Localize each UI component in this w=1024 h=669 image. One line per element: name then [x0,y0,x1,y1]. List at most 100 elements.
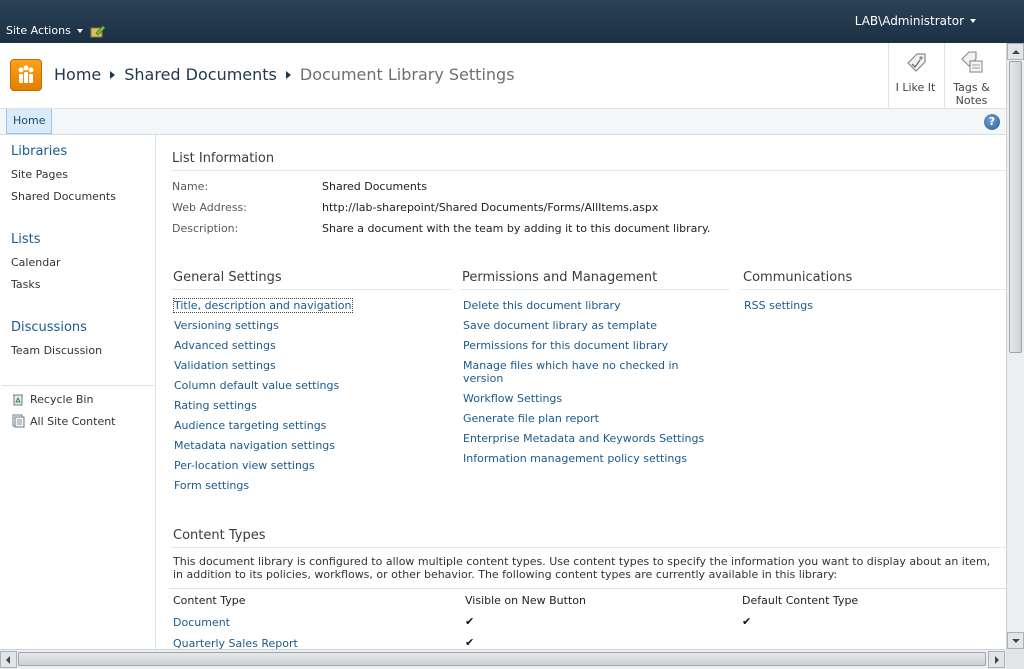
arrow-left-icon [6,656,10,664]
general-link-form[interactable]: Form settings [174,479,249,492]
general-link-per-location[interactable]: Per-location view settings [174,459,315,472]
permissions-heading: Permissions and Management [462,270,658,285]
scroll-right-button[interactable] [988,651,1005,668]
tags-notes-line2: Notes [955,94,988,107]
scroll-up-button[interactable] [1007,43,1024,60]
breadcrumb-home[interactable]: Home [54,65,101,84]
breadcrumb-arrow-icon [285,70,291,79]
perm-link-manage-files[interactable]: Manage files which have no checked in ve… [463,359,713,385]
perm-link-file-plan[interactable]: Generate file plan report [463,412,599,425]
general-link-column-default[interactable]: Column default value settings [174,379,339,392]
nav-item-calendar[interactable]: Calendar [11,256,60,269]
general-link-metadata-nav[interactable]: Metadata navigation settings [174,439,335,452]
top-navigation: Home ? [0,109,1006,135]
scroll-down-button[interactable] [1007,632,1024,649]
breadcrumb-library[interactable]: Shared Documents [124,65,277,84]
perm-link-enterprise-metadata[interactable]: Enterprise Metadata and Keywords Setting… [463,432,704,445]
nav-heading-discussions[interactable]: Discussions [11,320,87,335]
general-link-rating[interactable]: Rating settings [174,399,257,412]
name-label: Name: [172,180,209,193]
perm-link-permissions[interactable]: Permissions for this document library [463,339,668,352]
nav-heading-libraries[interactable]: Libraries [11,144,67,159]
all-site-content-label: All Site Content [30,414,116,428]
description-value: Share a document with the team by adding… [322,222,711,235]
site-actions-menu[interactable]: Site Actions [6,24,83,37]
col-visible-on-new: Visible on New Button [465,594,586,607]
people-icon [18,65,34,83]
vertical-scroll-thumb[interactable] [1009,61,1022,353]
site-actions-label: Site Actions [6,24,71,37]
nav-heading-lists[interactable]: Lists [11,232,41,247]
perm-link-workflow[interactable]: Workflow Settings [463,392,562,405]
ribbon-top-bar: Site Actions LAB\Administrator [0,0,1024,43]
general-link-audience[interactable]: Audience targeting settings [174,419,326,432]
nav-item-site-pages[interactable]: Site Pages [11,168,68,181]
general-link-title[interactable]: Title, description and navigation [173,298,353,313]
nav-divider [2,385,154,386]
breadcrumb: Home Shared Documents Document Library S… [54,65,515,84]
name-value: Shared Documents [322,180,427,193]
nav-item-team-discussion[interactable]: Team Discussion [11,344,102,357]
content-type-document[interactable]: Document [173,616,230,629]
tag-icon [906,53,926,72]
communications-heading: Communications [743,270,853,285]
scroll-left-button[interactable] [0,651,17,668]
section-divider [741,289,1006,290]
perm-link-save-template[interactable]: Save document library as template [463,319,657,332]
sharepoint-window: Site Actions LAB\Administrator Home Shar… [0,0,1024,669]
help-icon[interactable]: ? [984,114,1000,130]
table-row: Document ✔ ✔ [169,612,1006,633]
scrollbar-corner [1006,649,1024,669]
chevron-down-icon [970,19,976,23]
col-content-type: Content Type [173,594,246,607]
tags-notes-label: Tags & Notes [945,81,998,107]
content-types-description: This document library is configured to a… [173,555,991,581]
quick-launch: Libraries Site Pages Shared Documents Li… [0,135,156,649]
general-link-validation[interactable]: Validation settings [174,359,276,372]
recycle-bin-icon [13,394,23,406]
site-logo[interactable] [10,59,42,91]
nav-item-all-site-content[interactable]: All Site Content [11,414,116,428]
col-default-type: Default Content Type [742,594,859,607]
nav-item-recycle-bin[interactable]: Recycle Bin [11,392,93,406]
tags-notes-icon [960,51,983,73]
arrow-down-icon [1012,639,1020,643]
general-settings-heading: General Settings [173,270,282,285]
section-divider [171,170,1006,171]
nav-item-shared-documents[interactable]: Shared Documents [11,190,116,203]
perm-link-delete[interactable]: Delete this document library [463,299,621,312]
web-address-label: Web Address: [172,201,247,214]
user-menu[interactable]: LAB\Administrator [855,14,976,28]
i-like-it-button[interactable]: I Like It [888,43,942,109]
content-type-quarterly-sales[interactable]: Quarterly Sales Report [173,637,298,649]
checkmark-icon: ✔ [465,636,475,649]
tab-home[interactable]: Home [6,109,53,134]
web-address-value: http://lab-sharepoint/Shared Documents/F… [322,201,659,214]
nav-item-tasks[interactable]: Tasks [11,278,40,291]
horizontal-scrollbar[interactable] [0,649,1006,669]
edit-page-icon[interactable] [90,24,106,38]
page-title: Document Library Settings [299,65,515,84]
chevron-down-icon [76,28,83,33]
checkmark-icon: ✔ [742,615,752,628]
vertical-scrollbar[interactable] [1006,43,1024,649]
main-content: List Information Name: Shared Documents … [157,135,1006,649]
site-content-icon [12,414,25,428]
i-like-it-label: I Like It [895,81,936,94]
comm-link-rss[interactable]: RSS settings [744,299,813,312]
section-divider [171,547,1006,548]
general-link-versioning[interactable]: Versioning settings [174,319,279,332]
general-link-advanced[interactable]: Advanced settings [174,339,276,352]
perm-link-info-policy[interactable]: Information management policy settings [463,452,687,465]
table-row: Quarterly Sales Report ✔ [169,633,1006,649]
breadcrumb-arrow-icon [110,70,116,79]
horizontal-scroll-thumb[interactable] [18,652,986,666]
section-divider [171,289,451,290]
recycle-bin-label: Recycle Bin [30,392,94,406]
tags-notes-line1: Tags & [953,81,990,94]
user-name: LAB\Administrator [854,14,964,28]
tags-notes-button[interactable]: Tags & Notes [944,43,998,109]
content-types-heading: Content Types [173,528,266,543]
arrow-right-icon [995,656,999,664]
arrow-up-icon [1012,50,1020,54]
